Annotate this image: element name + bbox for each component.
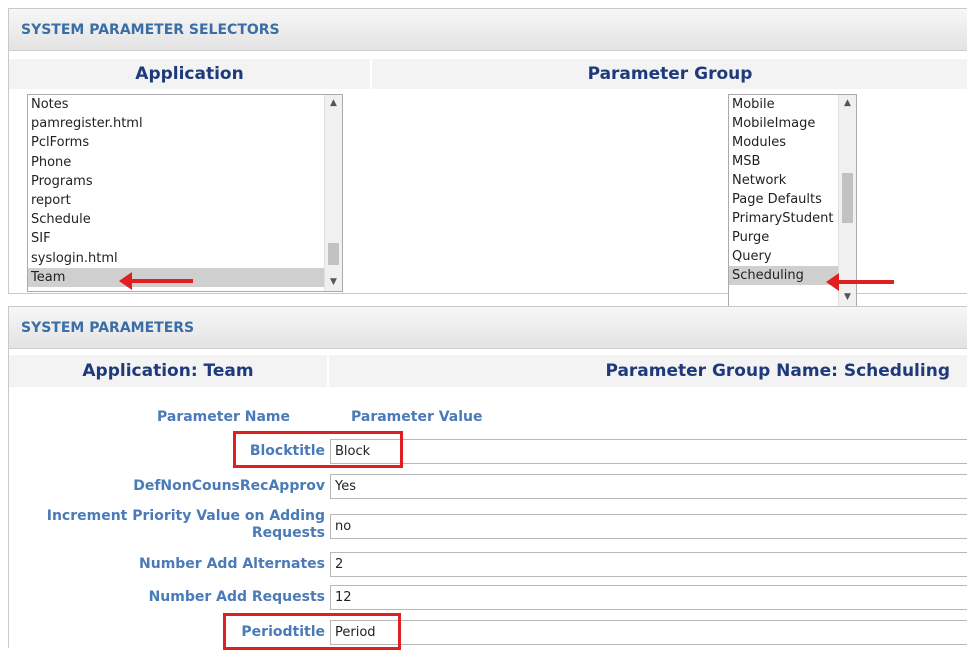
scroll-down-arrow-icon[interactable]: ▼ bbox=[839, 289, 856, 306]
application-listbox[interactable]: Notes pamregister.html PclForms Phone Pr… bbox=[27, 94, 343, 292]
application-option[interactable]: Schedule bbox=[28, 210, 342, 229]
parameter-value-column-header: Parameter Value bbox=[351, 409, 483, 425]
system-parameters-panel: SYSTEM PARAMETERS Application: Team Para… bbox=[8, 306, 967, 650]
application-option[interactable]: report bbox=[28, 191, 342, 210]
parameter-value-input[interactable]: Block bbox=[330, 439, 967, 464]
parameter-name-column-header: Parameter Name bbox=[157, 409, 290, 425]
parameter-value-input[interactable]: Yes bbox=[330, 474, 967, 499]
red-arrow-application-icon bbox=[119, 272, 193, 290]
scroll-thumb[interactable] bbox=[328, 243, 339, 265]
application-heading: Application: Team bbox=[9, 355, 327, 387]
parameter-value-input[interactable]: no bbox=[330, 514, 967, 539]
scroll-up-arrow-icon[interactable]: ▲ bbox=[839, 95, 856, 112]
application-label: Application bbox=[9, 59, 370, 89]
parameter-group-option[interactable]: PrimaryStudent bbox=[729, 209, 856, 228]
parameter-group-option[interactable]: MSB bbox=[729, 152, 856, 171]
parameters-header: SYSTEM PARAMETERS bbox=[9, 307, 967, 349]
parameter-name: DefNonCounsRecApprov bbox=[133, 478, 325, 494]
system-parameter-selectors-panel: SYSTEM PARAMETER SELECTORS Application P… bbox=[8, 8, 967, 307]
application-option-selected[interactable]: Team bbox=[28, 267, 342, 287]
application-scrollbar[interactable]: ▲ ▼ bbox=[324, 95, 342, 291]
parameter-name: Number Add Requests bbox=[148, 589, 325, 605]
application-option[interactable]: PclForms bbox=[28, 133, 342, 152]
application-option[interactable]: SIF bbox=[28, 229, 342, 248]
parameter-value-input[interactable]: 12 bbox=[330, 585, 967, 610]
application-option[interactable]: Notes bbox=[28, 95, 342, 114]
red-arrow-parameter-group-icon bbox=[826, 273, 894, 291]
highlight-box-blocktitle bbox=[233, 431, 403, 468]
scroll-up-arrow-icon[interactable]: ▲ bbox=[325, 95, 342, 112]
parameter-group-option[interactable]: Query bbox=[729, 247, 856, 266]
parameter-group-option[interactable]: Purge bbox=[729, 228, 856, 247]
parameter-name: Number Add Alternates bbox=[139, 556, 325, 572]
parameter-value-input[interactable]: Period bbox=[330, 620, 967, 645]
parameter-group-option[interactable]: Page Defaults bbox=[729, 190, 856, 209]
scroll-thumb[interactable] bbox=[842, 173, 853, 223]
application-option[interactable]: pamregister.html bbox=[28, 114, 342, 133]
parameter-group-scrollbar[interactable]: ▲ ▼ bbox=[838, 95, 856, 306]
highlight-box-periodtitle bbox=[223, 613, 401, 650]
parameter-group-option[interactable]: Modules bbox=[729, 133, 856, 152]
parameter-name: Increment Priority Value on Adding Reque… bbox=[46, 508, 325, 541]
application-option[interactable]: syslogin.html bbox=[28, 249, 342, 268]
parameter-group-option[interactable]: Mobile bbox=[729, 95, 856, 114]
parameter-group-option[interactable]: Network bbox=[729, 171, 856, 190]
selectors-header: SYSTEM PARAMETER SELECTORS bbox=[9, 9, 967, 51]
parameter-value-input[interactable]: 2 bbox=[330, 552, 967, 577]
application-option[interactable]: Programs bbox=[28, 172, 342, 191]
scroll-down-arrow-icon[interactable]: ▼ bbox=[325, 274, 342, 291]
application-option[interactable]: Phone bbox=[28, 153, 342, 172]
parameter-group-label: Parameter Group bbox=[372, 59, 967, 89]
parameter-group-option[interactable]: MobileImage bbox=[729, 114, 856, 133]
parameter-group-heading: Parameter Group Name: Scheduling bbox=[329, 355, 967, 387]
